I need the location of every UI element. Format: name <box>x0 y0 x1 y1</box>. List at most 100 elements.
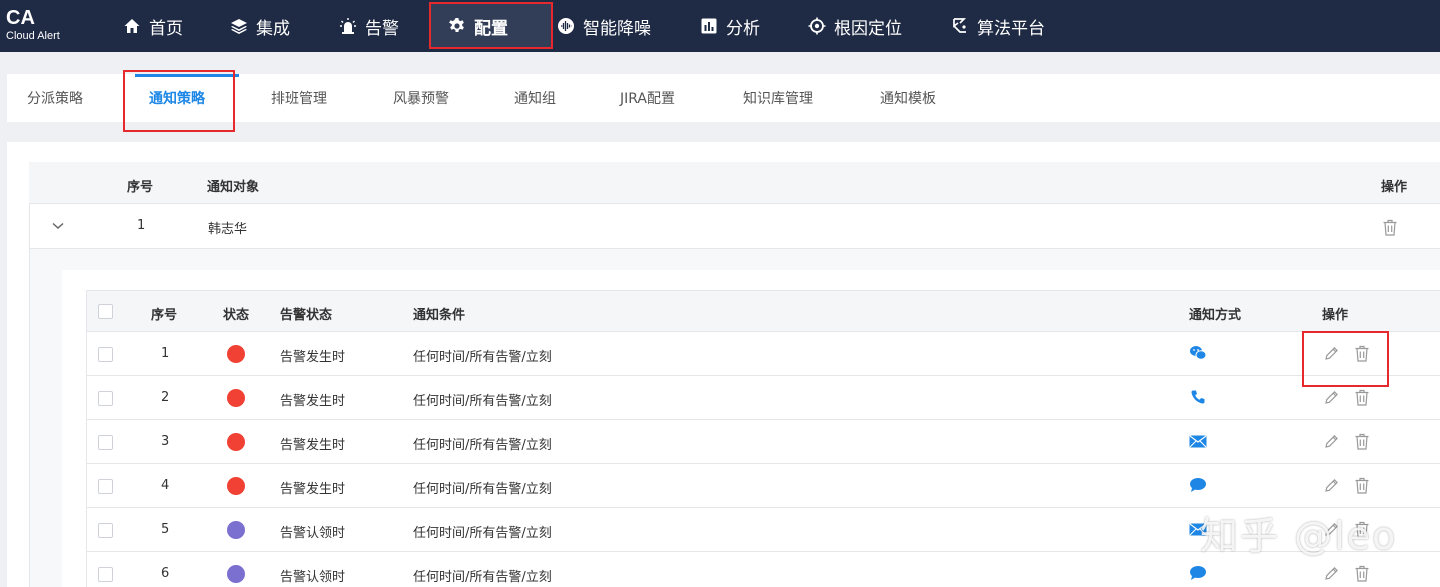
nav-item-analysis[interactable]: 分析 <box>699 0 760 52</box>
row-condition: 任何时间/所有告警/立刻 <box>413 482 552 497</box>
chevron-down-icon[interactable] <box>48 217 68 235</box>
nav-item-label: 智能降噪 <box>583 18 651 39</box>
nav-item-label: 配置 <box>474 18 508 39</box>
alarm-light-icon <box>338 16 358 36</box>
edit-pencil-icon[interactable] <box>1321 387 1341 407</box>
table-row: 1 告警发生时 任何时间/所有告警/立刻 <box>86 332 1440 376</box>
row-checkbox[interactable] <box>98 347 113 362</box>
home-icon <box>122 16 142 36</box>
tab-notification-policy[interactable]: 通知策略 <box>149 74 205 122</box>
row-index: 5 <box>161 522 170 537</box>
row-index: 2 <box>161 390 170 405</box>
trash-icon[interactable] <box>1352 563 1372 583</box>
row-index: 6 <box>161 566 170 581</box>
trash-icon[interactable] <box>1352 387 1372 407</box>
table-row: 3 告警发生时 任何时间/所有告警/立刻 <box>86 420 1440 464</box>
trash-icon[interactable] <box>1352 431 1372 451</box>
status-dot <box>227 389 245 407</box>
status-dot <box>227 477 245 495</box>
nav-item-algorithm-platform[interactable]: 算法平台 <box>950 0 1045 52</box>
row-condition: 任何时间/所有告警/立刻 <box>413 526 552 541</box>
row-condition: 任何时间/所有告警/立刻 <box>413 570 552 585</box>
gear-icon <box>447 16 467 36</box>
app-logo[interactable]: CA Cloud Alert <box>6 8 60 43</box>
logo-main-text: CA <box>6 7 35 29</box>
table-row: 4 告警发生时 任何时间/所有告警/立刻 <box>86 464 1440 508</box>
wechat-icon <box>1188 344 1208 362</box>
layers-icon <box>229 16 249 36</box>
status-dot <box>227 565 245 583</box>
row-checkbox[interactable] <box>98 479 113 494</box>
header-status: 状态 <box>223 308 250 323</box>
row-index: 1 <box>137 218 146 233</box>
row-target-name: 韩志华 <box>208 222 248 237</box>
row-index: 1 <box>161 346 170 361</box>
top-navbar: CA Cloud Alert 首页 集成 告警 配置 智能降噪 分析 根因定位 … <box>0 0 1440 52</box>
tab-schedule-management[interactable]: 排班管理 <box>271 74 327 122</box>
nav-item-home[interactable]: 首页 <box>122 0 183 52</box>
tab-dispatch-policy[interactable]: 分派策略 <box>27 74 83 122</box>
config-tabbar: 分派策略 通知策略 排班管理 风暴预警 通知组 JIRA配置 知识库管理 通知模… <box>7 74 1440 122</box>
header-method: 通知方式 <box>1189 308 1242 323</box>
nav-item-root-cause[interactable]: 根因定位 <box>807 0 902 52</box>
tab-jira-config[interactable]: JIRA配置 <box>620 74 675 122</box>
row-alert-status: 告警认领时 <box>280 570 346 585</box>
algorithm-icon <box>950 16 970 36</box>
row-checkbox[interactable] <box>98 567 113 582</box>
noise-icon <box>556 16 576 36</box>
select-all-checkbox[interactable] <box>98 304 113 319</box>
row-checkbox[interactable] <box>98 523 113 538</box>
outer-table-header: 序号 通知对象 操作 <box>29 162 1440 204</box>
status-dot <box>227 345 245 363</box>
trash-icon[interactable] <box>1380 217 1400 237</box>
chat-bubble-icon <box>1188 564 1208 582</box>
chat-bubble-icon <box>1188 476 1208 494</box>
header-index: 序号 <box>127 180 154 195</box>
phone-icon <box>1188 388 1208 406</box>
row-checkbox[interactable] <box>98 391 113 406</box>
edit-pencil-icon[interactable] <box>1321 431 1341 451</box>
email-icon <box>1188 432 1208 450</box>
header-target: 通知对象 <box>207 180 260 195</box>
nav-item-config[interactable]: 配置 <box>447 0 508 52</box>
header-actions: 操作 <box>1381 180 1408 195</box>
nav-item-alerts[interactable]: 告警 <box>338 0 399 52</box>
row-index: 3 <box>161 434 170 449</box>
tab-notification-template[interactable]: 通知模板 <box>880 74 936 122</box>
row-alert-status: 告警发生时 <box>280 482 346 497</box>
trash-icon[interactable] <box>1352 343 1372 363</box>
table-row: 2 告警发生时 任何时间/所有告警/立刻 <box>86 376 1440 420</box>
row-condition: 任何时间/所有告警/立刻 <box>413 394 552 409</box>
target-icon <box>807 16 827 36</box>
row-index: 4 <box>161 478 170 493</box>
header-condition: 通知条件 <box>413 308 466 323</box>
nav-item-noise-reduction[interactable]: 智能降噪 <box>556 0 651 52</box>
table-row: 1 韩志华 <box>30 204 1440 249</box>
status-dot <box>227 521 245 539</box>
row-condition: 任何时间/所有告警/立刻 <box>413 350 552 365</box>
row-alert-status: 告警认领时 <box>280 526 346 541</box>
bar-chart-icon <box>699 16 719 36</box>
nav-item-label: 分析 <box>726 18 760 39</box>
status-dot <box>227 433 245 451</box>
trash-icon[interactable] <box>1352 475 1372 495</box>
edit-pencil-icon[interactable] <box>1321 343 1341 363</box>
row-alert-status: 告警发生时 <box>280 350 346 365</box>
header-index: 序号 <box>151 308 178 323</box>
nav-item-label: 首页 <box>149 18 183 39</box>
edit-pencil-icon[interactable] <box>1321 563 1341 583</box>
tab-notification-group[interactable]: 通知组 <box>514 74 556 122</box>
header-actions: 操作 <box>1322 308 1349 323</box>
tab-storm-warning[interactable]: 风暴预警 <box>393 74 449 122</box>
rules-table-header: 序号 状态 告警状态 通知条件 通知方式 操作 <box>86 290 1440 332</box>
nav-item-label: 告警 <box>365 18 399 39</box>
nav-item-label: 集成 <box>256 18 290 39</box>
row-condition: 任何时间/所有告警/立刻 <box>413 438 552 453</box>
edit-pencil-icon[interactable] <box>1321 475 1341 495</box>
tab-knowledge-base[interactable]: 知识库管理 <box>743 74 813 122</box>
header-alert-status: 告警状态 <box>280 308 333 323</box>
row-checkbox[interactable] <box>98 435 113 450</box>
nav-item-label: 算法平台 <box>977 18 1045 39</box>
row-alert-status: 告警发生时 <box>280 438 346 453</box>
nav-item-integration[interactable]: 集成 <box>229 0 290 52</box>
